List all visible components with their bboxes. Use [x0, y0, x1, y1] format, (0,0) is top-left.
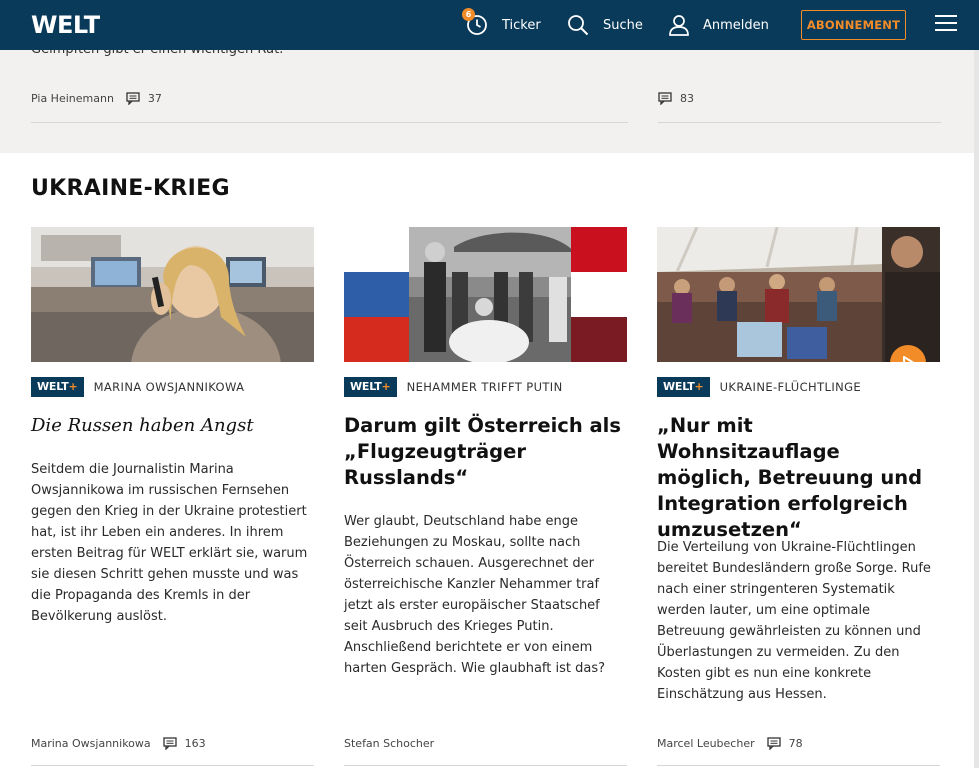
comment-icon[interactable]	[126, 91, 140, 105]
search-button[interactable]: Suche	[567, 0, 643, 50]
article-teaser[interactable]: Seitdem die Journalistin Marina Owsjanni…	[31, 459, 314, 627]
ticker-link[interactable]: 6 Ticker	[462, 0, 541, 50]
article-topic[interactable]: MARINA OWSJANNIKOWA	[94, 380, 245, 394]
divider	[657, 765, 940, 766]
article-card[interactable]: WELT+ UKRAINE-FLÜCHTLINGE „Nur mit Wohns…	[657, 227, 940, 768]
article-image[interactable]	[344, 227, 627, 362]
comment-count[interactable]: 37	[148, 92, 162, 105]
author-name[interactable]: Marina Owsjannikowa	[31, 737, 151, 750]
article-topic[interactable]: NEHAMMER TRIFFT PUTIN	[407, 380, 563, 394]
article-meta: Marcel Leubecher 78	[657, 735, 803, 751]
article-meta: Stefan Schocher	[344, 735, 434, 751]
ticker-label: Ticker	[502, 17, 541, 33]
comment-icon[interactable]	[766, 736, 781, 750]
menu-icon[interactable]	[935, 15, 957, 35]
ticker-badge: 6	[462, 8, 475, 21]
search-label: Suche	[603, 17, 643, 33]
comment-count[interactable]: 78	[789, 737, 803, 750]
article-card[interactable]: WELT+ NEHAMMER TRIFFT PUTIN Darum gilt Ö…	[344, 227, 627, 768]
article-kicker: WELT+ MARINA OWSJANNIKOWA	[31, 377, 244, 397]
login-label: Anmelden	[703, 17, 769, 33]
author-name[interactable]: Marcel Leubecher	[657, 737, 755, 750]
comment-icon[interactable]	[658, 91, 672, 105]
divider	[31, 765, 314, 766]
article-headline[interactable]: „Nur mit Wohnsitzauflage möglich, Betreu…	[657, 413, 940, 543]
article-image[interactable]	[657, 227, 940, 362]
welt-plus-badge: WELT+	[657, 377, 710, 397]
scrollbar[interactable]	[974, 50, 979, 768]
search-icon	[568, 15, 589, 36]
previous-article-meta: Pia Heinemann 37	[31, 90, 162, 106]
author-name[interactable]: Stefan Schocher	[344, 737, 434, 750]
site-header: WELT 6 Ticker Suche Anmelden ABONNEMENT	[0, 0, 979, 50]
welt-plus-badge: WELT+	[344, 377, 397, 397]
article-card[interactable]: WELT+ MARINA OWSJANNIKOWA Die Russen hab…	[31, 227, 314, 768]
subscribe-button[interactable]: ABONNEMENT	[801, 10, 906, 40]
comment-count[interactable]: 83	[680, 92, 694, 105]
welt-logo[interactable]: WELT	[31, 10, 100, 40]
author-name[interactable]: Pia Heinemann	[31, 92, 114, 105]
user-icon	[669, 15, 689, 36]
previous-article-meta: 83	[658, 90, 694, 106]
divider	[31, 122, 628, 123]
article-kicker: WELT+ NEHAMMER TRIFFT PUTIN	[344, 377, 563, 397]
comment-icon[interactable]	[163, 736, 177, 750]
article-topic[interactable]: UKRAINE-FLÜCHTLINGE	[720, 380, 862, 394]
article-teaser[interactable]: Wer glaubt, Deutschland habe enge Bezieh…	[344, 511, 627, 679]
section-title[interactable]: UKRAINE-KRIEG	[31, 176, 230, 201]
welt-plus-badge: WELT+	[31, 377, 84, 397]
article-headline[interactable]: Die Russen haben Angst	[31, 413, 314, 439]
article-headline[interactable]: Darum gilt Österreich als „Flugzeugträge…	[344, 413, 627, 491]
play-icon	[903, 356, 915, 362]
article-image[interactable]	[31, 227, 314, 362]
divider	[658, 122, 941, 123]
article-teaser[interactable]: Die Verteilung von Ukraine-Flüchtlingen …	[657, 537, 940, 705]
comment-count[interactable]: 163	[185, 737, 206, 750]
divider	[344, 765, 627, 766]
login-button[interactable]: Anmelden	[668, 0, 769, 50]
article-kicker: WELT+ UKRAINE-FLÜCHTLINGE	[657, 377, 861, 397]
article-meta: Marina Owsjannikowa 163	[31, 735, 206, 751]
